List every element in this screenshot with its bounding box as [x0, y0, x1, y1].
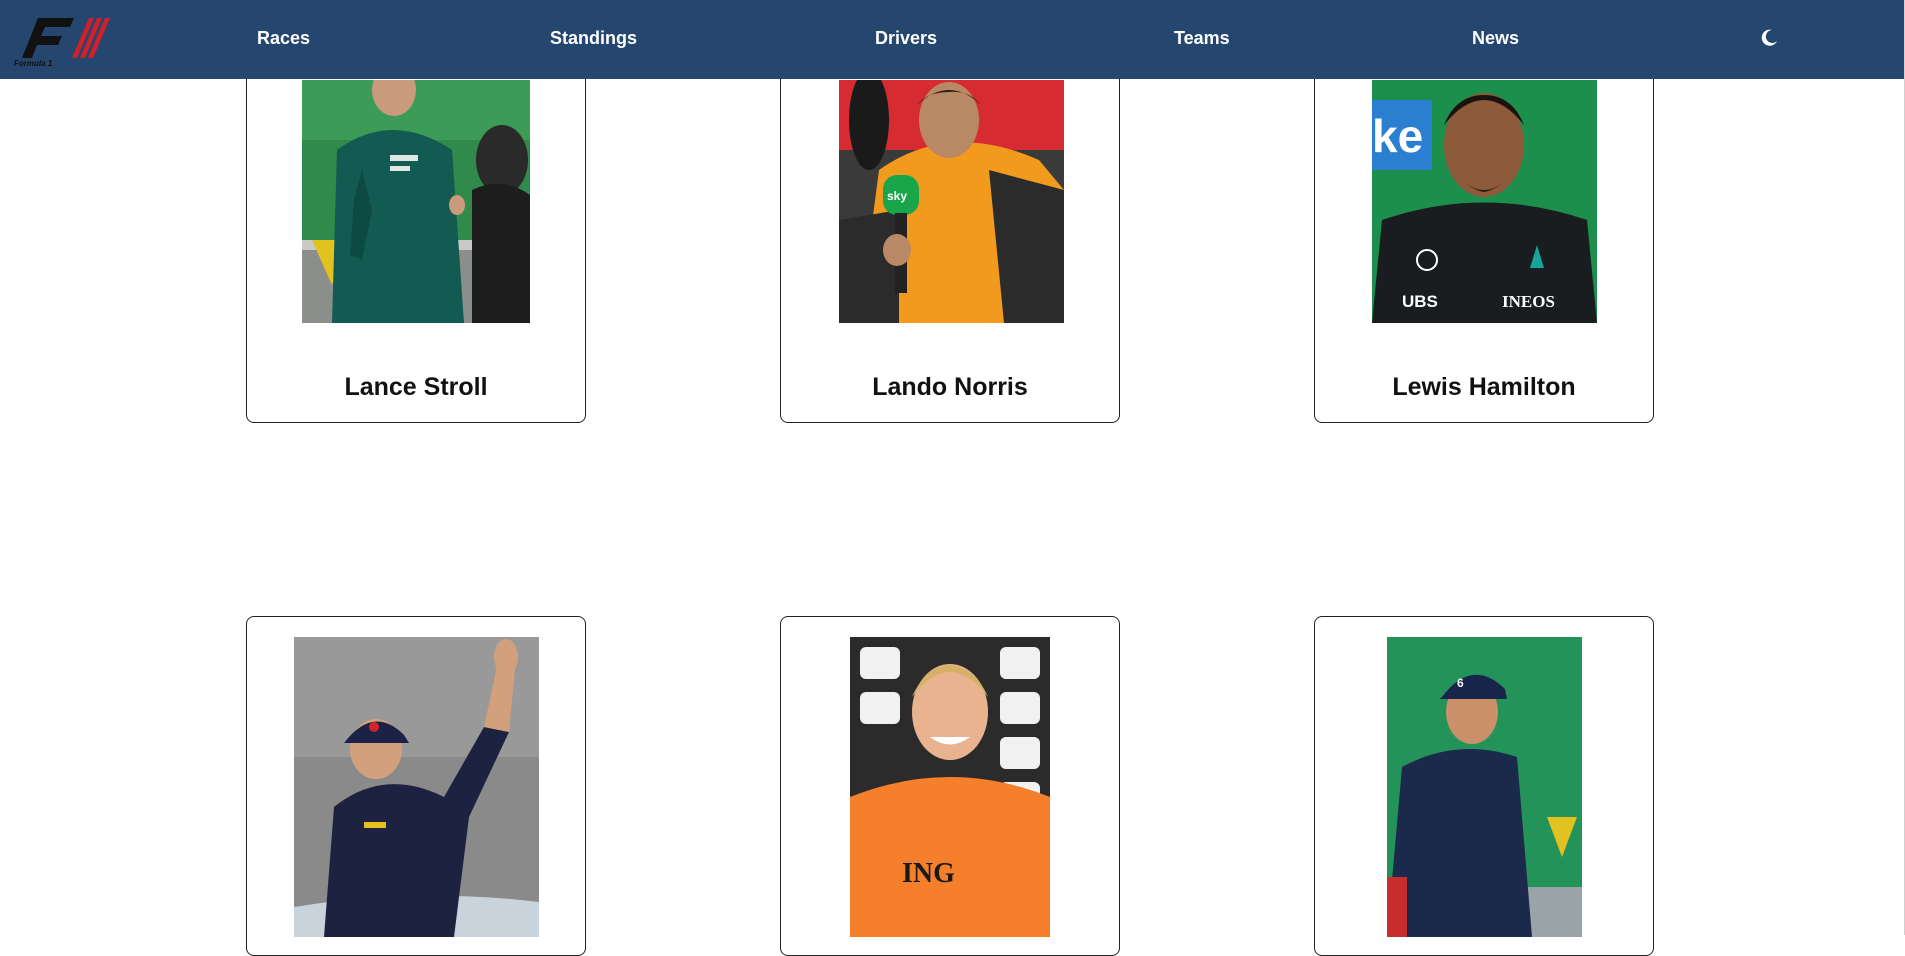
svg-text:Formula 1: Formula 1	[14, 59, 53, 68]
driver-photo: ING	[850, 637, 1050, 937]
driver-name: Lando Norris	[872, 373, 1028, 401]
svg-text:sky: sky	[887, 189, 907, 203]
driver-card[interactable]	[246, 616, 586, 956]
svg-text:UBS: UBS	[1402, 292, 1438, 311]
driver-photo: 6	[1387, 637, 1582, 937]
nav-news[interactable]: News	[1472, 28, 1519, 49]
svg-text:ke: ke	[1372, 110, 1423, 162]
driver-photo	[294, 637, 539, 937]
driver-name: Lance Stroll	[344, 373, 488, 401]
driver-photo: sky	[839, 80, 1064, 323]
driver-card[interactable]: Lance Stroll	[246, 40, 586, 423]
driver-card[interactable]: sky Lando Norris	[780, 40, 1120, 423]
driver-photo: ke UBS INEOS	[1372, 80, 1597, 323]
driver-card[interactable]: ING	[780, 616, 1120, 956]
svg-text:INEOS: INEOS	[1502, 292, 1555, 311]
f1-logo-icon[interactable]: Formula 1	[12, 10, 118, 68]
svg-text:ING: ING	[902, 858, 955, 889]
driver-card[interactable]: 6	[1314, 616, 1654, 956]
moon-icon[interactable]	[1758, 27, 1780, 49]
nav-standings[interactable]: Standings	[550, 28, 637, 49]
nav-races[interactable]: Races	[257, 28, 310, 49]
nav-drivers[interactable]: Drivers	[875, 28, 937, 49]
svg-text:6: 6	[1457, 676, 1464, 690]
driver-photo	[302, 80, 530, 323]
driver-name: Lewis Hamilton	[1392, 373, 1576, 401]
top-navbar: Formula 1 Races Standings Drivers Teams …	[0, 0, 1904, 79]
nav-teams[interactable]: Teams	[1174, 28, 1230, 49]
driver-card[interactable]: ke UBS INEOS Lewis Hamilton	[1314, 40, 1654, 423]
